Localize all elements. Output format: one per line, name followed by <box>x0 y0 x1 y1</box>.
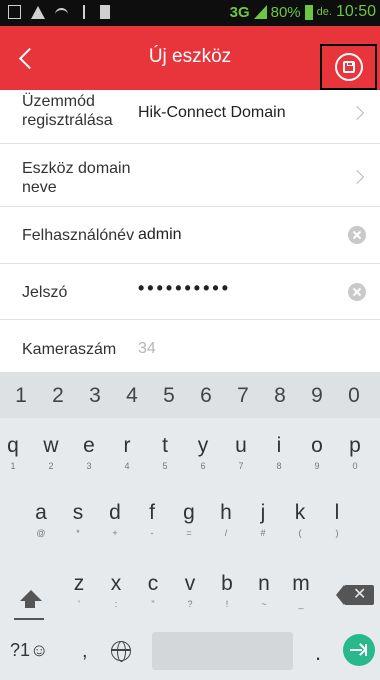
key-f[interactable]: f- <box>140 502 164 539</box>
number-key-4[interactable]: 4 <box>120 384 144 408</box>
key-s[interactable]: s * <box>66 502 90 539</box>
register-mode-value: Hik-Connect Domain <box>138 104 286 121</box>
enter-key[interactable] <box>343 634 375 666</box>
key-i[interactable]: i8 <box>267 435 291 472</box>
key-u[interactable]: u7 <box>229 435 253 472</box>
save-button[interactable] <box>320 44 377 90</box>
device-domain-label-1: Eszköz domain <box>22 160 131 177</box>
shift-key[interactable] <box>18 590 42 614</box>
username-label: Felhasználónév <box>22 227 135 244</box>
key-e[interactable]: e3 <box>77 435 101 472</box>
key-a[interactable]: a @ <box>29 502 53 539</box>
symbols-key[interactable]: ?1☺ <box>10 640 48 661</box>
username-input[interactable]: admin <box>138 226 182 244</box>
key-y[interactable]: y6 <box>191 435 215 472</box>
image-icon <box>8 5 21 19</box>
status-bar: 3G 80% de. 10:50 <box>0 0 380 26</box>
number-key-2[interactable]: 2 <box>46 384 70 408</box>
notification-icons <box>8 5 110 19</box>
camera-count-label: Kameraszám <box>22 341 117 358</box>
key-o[interactable]: o9 <box>305 435 329 472</box>
key-x[interactable]: x: <box>104 573 128 610</box>
key-l[interactable]: l) <box>325 502 349 539</box>
register-mode-row[interactable]: Üzemmód regisztrálása Hik-Connect Domain <box>0 90 380 144</box>
key-k[interactable]: k( <box>288 502 312 539</box>
period-key[interactable]: . <box>315 640 321 666</box>
number-key-0[interactable]: 0 <box>342 384 366 408</box>
clock: 10:50 <box>335 3 376 20</box>
camera-count-row: Kameraszám 34 <box>0 320 380 372</box>
device-form: Üzemmód regisztrálása Hik-Connect Domain… <box>0 90 380 372</box>
space-key[interactable] <box>152 632 293 670</box>
device-domain-label-2: neve <box>22 179 57 196</box>
wifi-icon <box>55 8 68 16</box>
device-domain-row[interactable]: Eszköz domain neve <box>0 144 380 207</box>
camera-count-input[interactable]: 34 <box>138 340 156 358</box>
register-mode-label-1: Üzemmód <box>22 93 95 110</box>
globe-icon[interactable] <box>111 641 131 662</box>
comma-key[interactable]: , <box>82 640 88 663</box>
number-key-3[interactable]: 3 <box>83 384 107 408</box>
number-key-7[interactable]: 7 <box>231 384 255 408</box>
number-row: 1234567890 <box>0 372 380 418</box>
save-icon <box>335 53 363 81</box>
key-q[interactable]: q1 <box>1 435 25 472</box>
key-n[interactable]: n ~ <box>252 573 276 610</box>
key-w[interactable]: w2 <box>39 435 63 472</box>
key-p[interactable]: p0 <box>343 435 367 472</box>
key-m[interactable]: m _ <box>289 573 313 610</box>
key-d[interactable]: d + <box>103 502 127 539</box>
password-label: Jelszó <box>22 284 68 301</box>
battery-percent: 80% <box>270 3 301 21</box>
backspace-key[interactable]: ✕ <box>336 585 374 605</box>
key-t[interactable]: t5 <box>153 435 177 472</box>
time-ampm: de. <box>316 6 332 18</box>
key-v[interactable]: v? <box>178 573 202 610</box>
usb-icon <box>83 5 85 19</box>
warning-icon <box>31 5 45 19</box>
key-g[interactable]: g = <box>177 502 201 539</box>
key-z[interactable]: z ' <box>67 573 91 610</box>
key-b[interactable]: b! <box>215 573 239 610</box>
soft-keyboard: 1234567890 q 1 w 2 e 3 r 4 t 5 y 6 u 7 i 8 o 9 p 0 a @ s * d + f - g… <box>0 372 380 680</box>
password-row: Jelszó •••••••••• <box>0 264 380 320</box>
key-c[interactable]: c " <box>141 573 165 610</box>
username-row: Felhasználónév admin <box>0 207 380 264</box>
signal-icon <box>253 5 267 19</box>
number-key-1[interactable]: 1 <box>9 384 33 408</box>
key-j[interactable]: j # <box>251 502 275 539</box>
number-key-5[interactable]: 5 <box>157 384 181 408</box>
network-type: 3G <box>229 3 250 21</box>
chevron-right-icon <box>349 169 365 185</box>
battery-icon <box>304 4 313 20</box>
number-key-8[interactable]: 8 <box>268 384 292 408</box>
key-h[interactable]: h / <box>214 502 238 539</box>
register-mode-label-2: regisztrálása <box>22 112 113 129</box>
sd-icon <box>100 5 110 19</box>
password-input[interactable]: •••••••••• <box>138 278 231 299</box>
clear-password-icon[interactable] <box>348 283 366 301</box>
key-r[interactable]: r4 <box>115 435 139 472</box>
number-key-6[interactable]: 6 <box>194 384 218 408</box>
number-key-9[interactable]: 9 <box>305 384 329 408</box>
chevron-right-icon <box>349 105 365 121</box>
clear-username-icon[interactable] <box>348 226 366 244</box>
